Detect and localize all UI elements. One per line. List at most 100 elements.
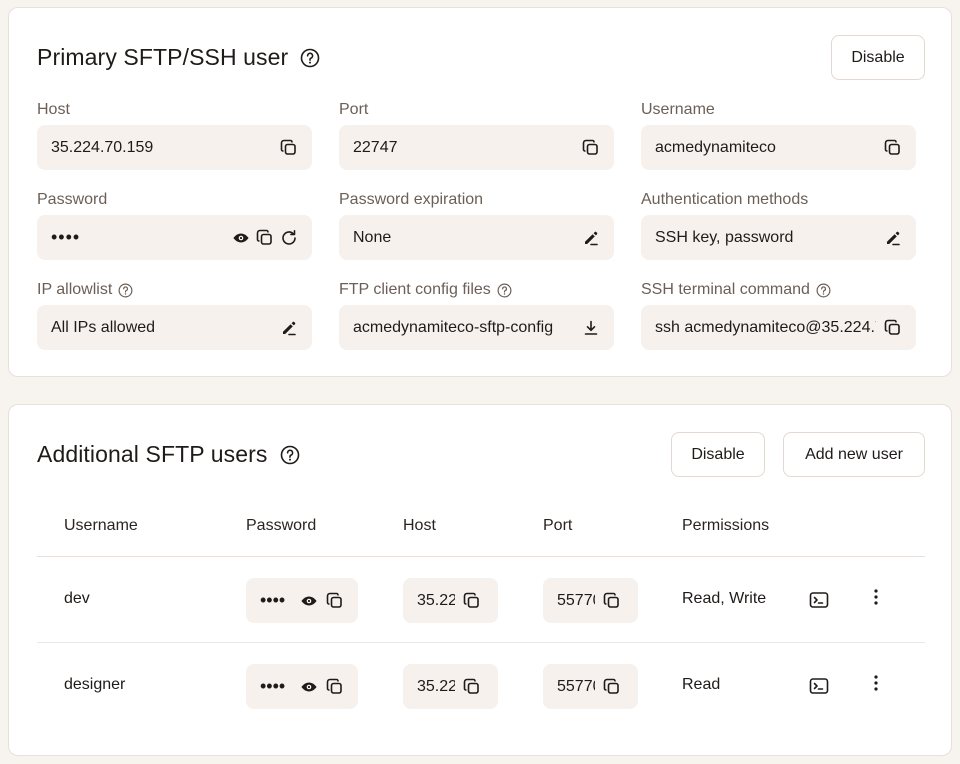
- password-expiration-label: Password expiration: [339, 191, 484, 208]
- eye-icon[interactable]: [232, 229, 250, 247]
- row-password: ••••: [260, 676, 286, 696]
- username-value: acmedynamiteco: [655, 138, 776, 156]
- username-label: Username: [641, 101, 715, 118]
- help-icon[interactable]: [497, 283, 512, 298]
- help-icon[interactable]: [816, 283, 831, 298]
- port-label: Port: [339, 101, 369, 118]
- row-port-pill: 55770: [543, 664, 638, 709]
- copy-icon[interactable]: [326, 678, 344, 696]
- additional-title-row: Additional SFTP users: [37, 441, 300, 468]
- ftp-config-field: FTP client config files acmedynamiteco-s…: [339, 279, 614, 350]
- edit-icon[interactable]: [582, 229, 600, 247]
- port-value: 22747: [353, 138, 398, 156]
- ssh-command-label: SSH terminal command: [641, 281, 810, 298]
- help-icon[interactable]: [300, 48, 320, 68]
- ssh-command-label-row: SSH terminal command: [641, 279, 916, 301]
- password-expiration-field: Password expiration None: [339, 189, 614, 260]
- row-password-pill: ••••: [246, 578, 358, 623]
- password-box: ••••: [37, 215, 312, 260]
- ssh-command-box: ssh acmedynamiteco@35.224.70.159 -p 2274…: [641, 305, 916, 350]
- terminal-icon[interactable]: [809, 590, 829, 610]
- row-permissions: Read, Write: [682, 590, 767, 607]
- copy-icon[interactable]: [463, 678, 481, 696]
- row-port: 55770: [557, 591, 595, 609]
- primary-title: Primary SFTP/SSH user: [37, 44, 289, 70]
- password-expiration-value: None: [353, 228, 392, 246]
- copy-icon[interactable]: [582, 139, 600, 157]
- column-header-password: Password: [246, 517, 317, 534]
- auth-methods-field: Authentication methods SSH key, password: [641, 189, 916, 260]
- auth-methods-value: SSH key, password: [655, 228, 794, 246]
- column-header-username: Username: [64, 517, 138, 534]
- ftp-config-value: acmedynamiteco-sftp-config: [353, 318, 554, 336]
- terminal-icon[interactable]: [809, 676, 829, 696]
- username-field: Username acmedynamiteco: [641, 99, 916, 170]
- column-header-host: Host: [403, 517, 436, 534]
- ip-allowlist-field: IP allowlist All IPs allowed: [37, 279, 312, 350]
- password-field: Password ••••: [37, 189, 312, 260]
- sftp-users-table: Username Password Host Port Permissions …: [37, 505, 925, 729]
- additional-title: Additional SFTP users: [37, 441, 268, 467]
- row-host: 35.224.70.159: [417, 591, 455, 609]
- help-icon[interactable]: [280, 445, 300, 465]
- copy-icon[interactable]: [463, 592, 481, 610]
- host-label: Host: [37, 101, 70, 118]
- table-header: Username Password Host Port Permissions: [37, 505, 925, 557]
- eye-icon[interactable]: [300, 592, 318, 610]
- host-box: 35.224.70.159: [37, 125, 312, 170]
- username-box: acmedynamiteco: [641, 125, 916, 170]
- copy-icon[interactable]: [603, 592, 621, 610]
- column-header-permissions: Permissions: [682, 517, 770, 534]
- edit-icon[interactable]: [280, 319, 298, 337]
- ip-allowlist-value: All IPs allowed: [51, 318, 156, 336]
- copy-icon[interactable]: [603, 678, 621, 696]
- row-port-pill: 55770: [543, 578, 638, 623]
- row-host-pill: 35.224.70.159: [403, 664, 498, 709]
- ftp-config-label-row: FTP client config files: [339, 279, 614, 301]
- row-username: designer: [64, 676, 126, 693]
- copy-icon[interactable]: [256, 229, 274, 247]
- ip-allowlist-label: IP allowlist: [37, 281, 113, 298]
- password-expiration-box: None: [339, 215, 614, 260]
- auth-methods-label: Authentication methods: [641, 191, 809, 208]
- port-field: Port 22747: [339, 99, 614, 170]
- refresh-icon[interactable]: [280, 229, 298, 247]
- copy-icon[interactable]: [884, 319, 902, 337]
- more-vertical-icon[interactable]: [866, 587, 886, 607]
- primary-sftp-card: Primary SFTP/SSH user Disable Host 35.22…: [8, 7, 952, 377]
- table-row: designer •••• 35.224.70.159 55770 Read: [37, 643, 925, 729]
- port-box: 22747: [339, 125, 614, 170]
- row-password-pill: ••••: [246, 664, 358, 709]
- more-vertical-icon[interactable]: [866, 673, 886, 693]
- primary-title-row: Primary SFTP/SSH user: [37, 44, 320, 71]
- auth-methods-box: SSH key, password: [641, 215, 916, 260]
- copy-icon[interactable]: [280, 139, 298, 157]
- row-permissions: Read: [682, 676, 721, 693]
- ip-allowlist-box: All IPs allowed: [37, 305, 312, 350]
- table-row: dev •••• 35.224.70.159 55770 Read, Write: [37, 557, 925, 643]
- column-header-port: Port: [543, 517, 573, 534]
- host-value: 35.224.70.159: [51, 138, 154, 156]
- ip-allowlist-label-row: IP allowlist: [37, 279, 312, 301]
- eye-icon[interactable]: [300, 678, 318, 696]
- password-value: ••••: [51, 227, 81, 247]
- ftp-config-label: FTP client config files: [339, 281, 491, 298]
- additional-sftp-card: Additional SFTP users Disable Add new us…: [8, 404, 952, 756]
- primary-disable-button[interactable]: Disable: [831, 35, 925, 80]
- copy-icon[interactable]: [884, 139, 902, 157]
- help-icon[interactable]: [118, 283, 133, 298]
- row-password: ••••: [260, 590, 286, 610]
- host-field: Host 35.224.70.159: [37, 99, 312, 170]
- add-new-user-button[interactable]: Add new user: [783, 432, 925, 477]
- row-host-pill: 35.224.70.159: [403, 578, 498, 623]
- password-label: Password: [37, 191, 108, 208]
- ftp-config-box: acmedynamiteco-sftp-config: [339, 305, 614, 350]
- row-host: 35.224.70.159: [417, 677, 455, 695]
- copy-icon[interactable]: [326, 592, 344, 610]
- download-icon[interactable]: [582, 319, 600, 337]
- ssh-command-value: ssh acmedynamiteco@35.224.70.159 -p 2274…: [655, 318, 876, 336]
- edit-icon[interactable]: [884, 229, 902, 247]
- additional-disable-button[interactable]: Disable: [671, 432, 765, 477]
- row-port: 55770: [557, 677, 595, 695]
- ssh-command-field: SSH terminal command ssh acmedynamiteco@…: [641, 279, 916, 350]
